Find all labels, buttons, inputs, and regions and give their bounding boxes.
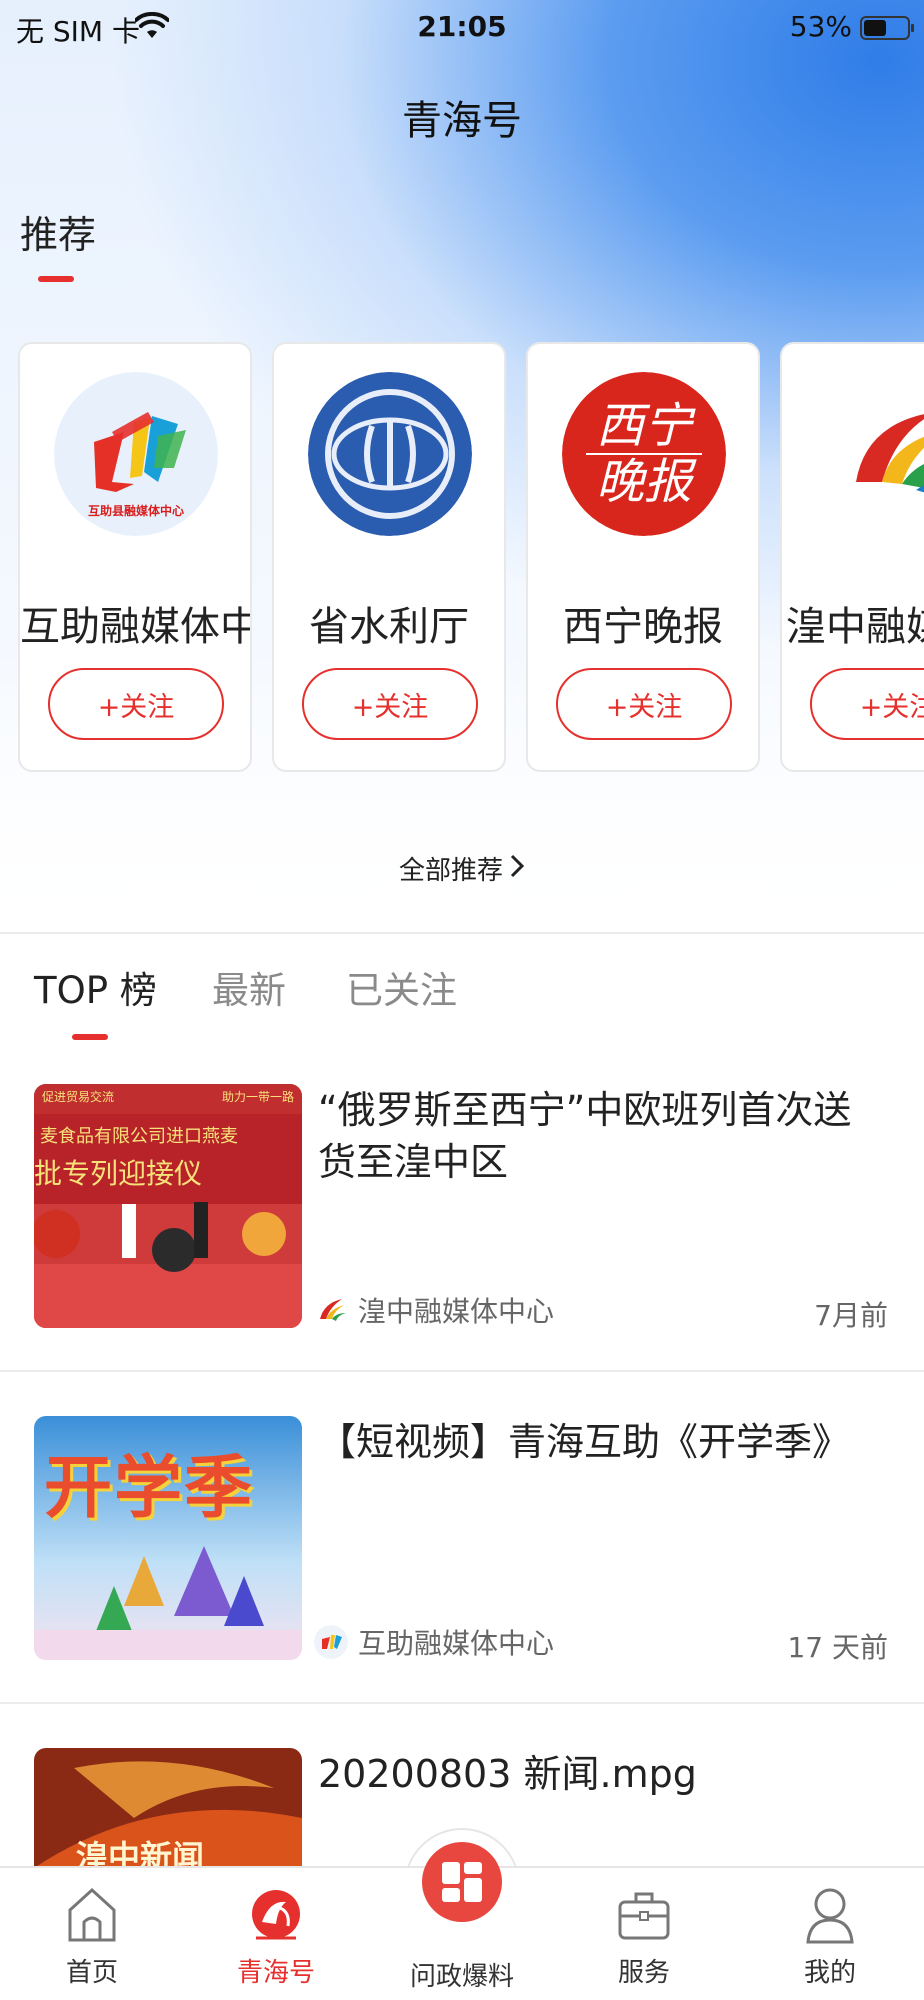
follow-button[interactable]: +关注 <box>810 668 924 740</box>
account-card-huangzhong[interactable]: 湟中融媒 +关注 <box>780 342 924 772</box>
thumb-line-1: 促进贸易交流 <box>42 1090 115 1104</box>
qinghai-icon <box>252 1890 300 1940</box>
tab-mine[interactable]: 我的 <box>770 1882 890 1989</box>
page-title: 青海号 <box>402 98 522 144</box>
source-name: 互助融媒体中心 <box>358 1627 555 1660</box>
news-headline: 20200803 新闻.mpg <box>318 1752 697 1796</box>
recommend-title: 推荐 <box>20 213 97 257</box>
follow-button[interactable]: +关注 <box>556 668 732 740</box>
status-bar: 无 SIM 卡 21:05 53% <box>0 0 924 56</box>
all-recommend-label: 全部推荐 <box>398 856 503 886</box>
tab-top[interactable]: TOP 榜 <box>34 960 157 1014</box>
news-headline: “俄罗斯至西宁”中欧班列首次送货至湟中区 <box>318 1088 852 1184</box>
tab-followed[interactable]: 已关注 <box>346 960 457 1014</box>
source-logo-icon <box>314 1293 348 1327</box>
huangzhong-logo <box>816 372 924 536</box>
news-headline: 【短视频】青海互助《开学季》 <box>318 1420 851 1464</box>
tab-qinghai-label: 青海号 <box>236 1958 315 1988</box>
news-time: 7月前 <box>814 1299 888 1332</box>
news-source: 互助融媒体中心 <box>314 1624 554 1660</box>
battery-icon <box>860 16 914 40</box>
news-item[interactable]: 促进贸易交流 助力一带一路 麦食品有限公司进口燕麦 批专列迎接仪 “俄罗斯至西宁… <box>0 1084 924 1370</box>
news-time: 17 天前 <box>787 1631 888 1664</box>
all-recommend-link[interactable]: 全部推荐 <box>0 850 924 887</box>
briefcase-icon <box>618 1892 670 1940</box>
thumb-title: 开学季 <box>44 1449 255 1528</box>
home-icon <box>68 1887 116 1942</box>
news-thumbnail: 湟中新闻 <box>34 1748 302 1868</box>
section-divider <box>0 932 924 934</box>
account-card-huzhu[interactable]: 互助县融媒体中心 互助融媒体中 +关注 <box>18 342 252 772</box>
follow-button[interactable]: +关注 <box>48 668 224 740</box>
tab-service[interactable]: 服务 <box>584 1882 704 1989</box>
account-name: 湟中融媒 <box>786 604 924 650</box>
thumb-title: 湟中新闻 <box>76 1838 205 1868</box>
account-name: 省水利厅 <box>309 604 469 650</box>
follow-button[interactable]: +关注 <box>302 668 478 740</box>
huzhu-logo-text: 互助县融媒体中心 <box>87 504 184 518</box>
thumb-line-4: 批专列迎接仪 <box>34 1157 203 1190</box>
recommend-underline <box>38 276 74 282</box>
clock: 21:05 <box>417 10 507 43</box>
thumb-line-2: 助力一带一路 <box>221 1090 294 1104</box>
active-tab-indicator <box>72 1034 108 1040</box>
account-name: 西宁晚报 <box>563 604 723 650</box>
tab-home[interactable]: 首页 <box>32 1882 152 1989</box>
source-logo-icon <box>314 1625 348 1659</box>
user-icon <box>806 1888 854 1944</box>
tab-latest[interactable]: 最新 <box>212 960 286 1014</box>
xining-logo-text: 西宁晚报 <box>595 398 692 510</box>
account-card-xining[interactable]: 西宁晚报 西宁晚报 +关注 <box>526 342 760 772</box>
news-thumbnail: 促进贸易交流 助力一带一路 麦食品有限公司进口燕麦 批专列迎接仪 <box>34 1084 302 1328</box>
news-thumbnail: 开学季 <box>34 1416 302 1660</box>
account-card-water[interactable]: 省水利厅 +关注 <box>272 342 506 772</box>
tab-mine-label: 我的 <box>803 1958 856 1988</box>
source-name: 湟中融媒体中心 <box>358 1295 555 1328</box>
account-name: 互助融媒体中 <box>20 604 252 650</box>
tab-qinghai[interactable]: 青海号 <box>216 1882 336 1989</box>
tab-service-label: 服务 <box>617 1958 670 1988</box>
recommend-carousel[interactable]: 互助县融媒体中心 互助融媒体中 +关注 省水利厅 +关注 西宁晚报 西宁晚报 +… <box>18 342 924 774</box>
news-item[interactable]: 开学季 【短视频】青海互助《开学季》 互助融媒体中心 17 天前 <box>0 1416 924 1702</box>
xining-evening-logo: 西宁晚报 <box>562 372 726 536</box>
chevron-right-icon <box>509 853 525 886</box>
grid-icon <box>442 1862 482 1902</box>
huzhu-logo: 互助县融媒体中心 <box>54 372 218 536</box>
tab-home-label: 首页 <box>65 1958 118 1988</box>
battery-percent: 53% <box>789 10 852 43</box>
news-divider <box>0 1702 924 1704</box>
tab-report-label[interactable]: 问政爆料 <box>402 1956 522 1993</box>
news-divider <box>0 1370 924 1372</box>
water-bureau-logo <box>308 372 472 536</box>
news-source: 湟中融媒体中心 <box>314 1292 554 1328</box>
thumb-line-3: 麦食品有限公司进口燕麦 <box>40 1126 238 1147</box>
news-tabs: TOP 榜 最新 已关注 <box>0 960 924 1040</box>
tab-report-button[interactable] <box>422 1842 502 1922</box>
